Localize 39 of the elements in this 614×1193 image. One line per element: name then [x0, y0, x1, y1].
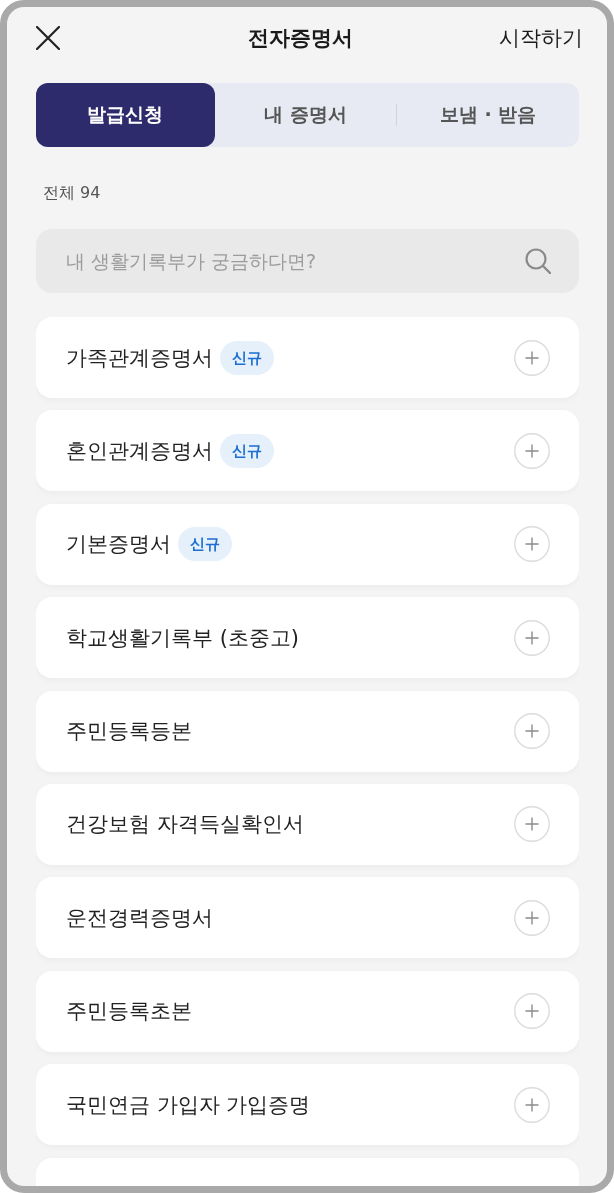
new-badge: 신규 [178, 527, 232, 562]
total-count: 전체 94 [42, 183, 101, 203]
start-button[interactable]: 시작하기 [499, 24, 583, 52]
certificate-name: 기본증명서 [66, 531, 171, 559]
tab[interactable]: 발급신청 [36, 83, 215, 147]
certificate-name: 건강보험 자격득실확인서 [66, 811, 304, 839]
page-title: 전자증명서 [248, 25, 354, 52]
add-icon[interactable] [514, 899, 550, 936]
add-icon[interactable] [514, 432, 550, 469]
certificate-name: 학교생활기록부 (초중고) [66, 624, 300, 652]
add-icon[interactable] [514, 619, 550, 656]
certificate-item[interactable]: 주민등록등본 [36, 690, 579, 772]
add-icon[interactable] [514, 806, 550, 843]
add-icon[interactable] [514, 993, 550, 1030]
add-icon[interactable] [514, 339, 550, 376]
tab[interactable]: 내 증명서 [214, 83, 397, 147]
search-icon[interactable] [525, 248, 551, 274]
certificate-item[interactable]: 학교생활기록부 (초중고) [36, 597, 579, 679]
certificate-item[interactable]: 국민연금 가입자 가입증명 [36, 1064, 579, 1146]
search-field[interactable]: 내 생활기록부가 궁금하다면? [36, 229, 579, 293]
certificate-item[interactable]: 주민등록초본 [36, 970, 579, 1052]
add-icon[interactable] [514, 713, 550, 750]
certificate-item[interactable]: 기본증명서 신규 [36, 503, 579, 585]
certificate-name: 운전경력증명서 [66, 904, 213, 932]
add-icon[interactable] [514, 526, 550, 563]
certificate-item[interactable]: 가족관계증명서 신규 [36, 317, 579, 398]
certificate-name: 혼인관계증명서 [66, 437, 213, 465]
tab[interactable]: 보냄 · 받음 [397, 83, 579, 147]
new-badge: 신규 [220, 340, 274, 375]
certificate-item[interactable]: 운전경력증명서 [36, 877, 579, 959]
certificate-name: 주민등록등본 [66, 718, 192, 746]
certificate-name: 가족관계증명서 [66, 344, 213, 372]
new-badge: 신규 [220, 433, 274, 468]
certificate-item[interactable]: 혼인관계증명서 신규 [36, 410, 579, 492]
close-icon[interactable] [36, 26, 60, 50]
certificate-item[interactable]: 건강보험 자격득실확인서 [36, 783, 579, 865]
add-icon[interactable] [514, 1086, 550, 1123]
certificate-name: 주민등록초본 [66, 998, 192, 1026]
certificate-name: 국민연금 가입자 가입증명 [66, 1091, 311, 1119]
